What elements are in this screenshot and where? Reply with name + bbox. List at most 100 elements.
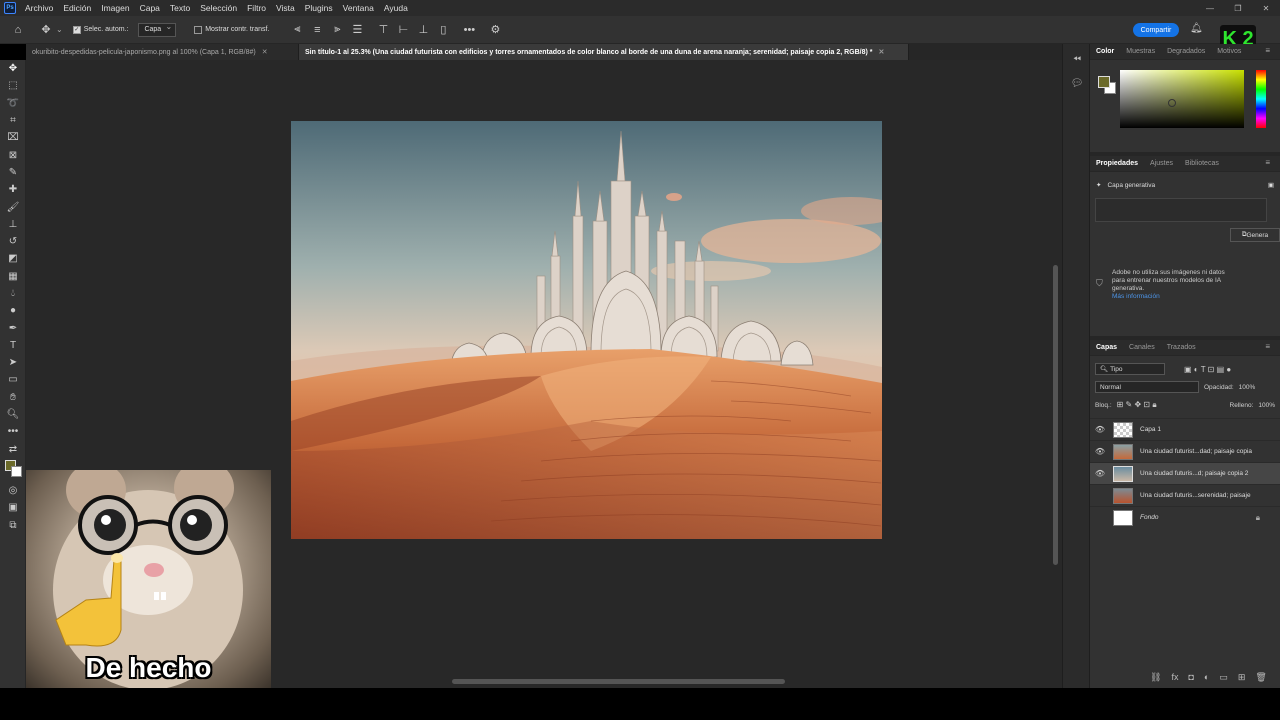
more-info-link[interactable]: Más información	[1112, 293, 1232, 301]
fill-value[interactable]: 100%	[1258, 402, 1275, 409]
filter-icons[interactable]: ▣ ◐ T ⊡ ▤ ●	[1184, 365, 1231, 374]
chevron-down-icon[interactable]: ⌄	[56, 25, 63, 34]
close-window-icon[interactable]: ✕	[1252, 0, 1280, 16]
tab-muestras[interactable]: Muestras	[1120, 48, 1161, 55]
eraser-tool-icon[interactable]: ◩	[0, 250, 26, 267]
layer-row[interactable]: Fondo 🔒︎	[1090, 506, 1280, 528]
close-tab-icon[interactable]: ✕	[262, 48, 268, 56]
menu-archivo[interactable]: Archivo	[25, 3, 53, 13]
align-bottom-icon[interactable]: ⊥	[413, 20, 433, 40]
distribute-vertical-icon[interactable]: ▯	[433, 20, 453, 40]
menu-plugins[interactable]: Plugins	[305, 3, 333, 13]
color-swatches[interactable]	[0, 458, 25, 482]
tab-sin-titulo[interactable]: Sin título-1 al 25.3% (Una ciudad futuri…	[299, 44, 909, 60]
brush-tool-icon[interactable]: 🖌︎	[0, 198, 26, 215]
align-top-icon[interactable]: ⊤	[373, 20, 393, 40]
tab-trazados[interactable]: Trazados	[1161, 344, 1202, 351]
menu-seleccion[interactable]: Selección	[200, 3, 237, 13]
zoom-tool-icon[interactable]: 🔍︎	[0, 406, 26, 423]
clone-stamp-icon[interactable]: ⊥	[0, 216, 26, 233]
share-button[interactable]: Compartir	[1133, 23, 1179, 37]
close-tab-icon[interactable]: ✕	[879, 48, 885, 56]
tab-degradados[interactable]: Degradados	[1161, 48, 1211, 55]
dodge-tool-icon[interactable]: ●	[0, 302, 26, 319]
path-select-icon[interactable]: ➤	[0, 354, 26, 371]
visibility-eye-icon[interactable]: 👁︎	[1090, 469, 1110, 478]
type-tool-icon[interactable]: T	[0, 337, 26, 354]
comments-icon[interactable]: 💬︎	[1063, 74, 1091, 92]
add-mask-icon[interactable]: ◘	[1188, 672, 1193, 683]
new-layer-icon[interactable]: ⊞	[1238, 672, 1246, 683]
adjustment-layer-icon[interactable]: ◐	[1204, 672, 1209, 683]
lasso-tool-icon[interactable]: ➰	[0, 95, 26, 112]
auto-select-checkbox[interactable]: ✓ Selec. autom.:	[72, 25, 128, 34]
history-brush-icon[interactable]: ↺	[0, 233, 26, 250]
hand-tool-icon[interactable]: ✋︎	[0, 389, 26, 406]
gradient-tool-icon[interactable]: ▦	[0, 268, 26, 285]
eyedropper-tool-icon[interactable]: ✎	[0, 164, 26, 181]
tab-bibliotecas[interactable]: Bibliotecas	[1179, 160, 1225, 167]
menu-imagen[interactable]: Imagen	[101, 3, 129, 13]
layer-row[interactable]: Una ciudad futuris...serenidad; paisaje	[1090, 484, 1280, 506]
layer-filter-dropdown[interactable]: 🔍︎ Tipo	[1095, 363, 1165, 375]
menu-texto[interactable]: Texto	[170, 3, 190, 13]
gear-icon[interactable]: ⚙	[485, 20, 505, 40]
home-icon[interactable]: ⌂	[8, 20, 28, 40]
hue-slider[interactable]	[1256, 70, 1266, 128]
tab-capas[interactable]: Capas	[1090, 344, 1123, 351]
distribute-icon[interactable]: ☰	[347, 20, 367, 40]
quick-mask-icon[interactable]: ◎	[0, 482, 26, 499]
fx-icon[interactable]: fx	[1171, 672, 1178, 683]
frame-tool-icon[interactable]: ⊠	[0, 146, 26, 163]
document-canvas[interactable]	[291, 121, 882, 539]
pen-tool-icon[interactable]: ✒	[0, 319, 26, 336]
panel-menu-icon[interactable]: ≡	[1259, 46, 1276, 55]
more-options-icon[interactable]: •••	[459, 20, 479, 40]
color-picker-field[interactable]	[1120, 70, 1244, 128]
horizontal-scrollbar[interactable]	[271, 676, 1053, 686]
lock-icons[interactable]: ⊞ ✎ ✥ ⊡ 🔒︎	[1117, 400, 1157, 410]
align-middle-icon[interactable]: ⊢	[393, 20, 413, 40]
tab-color[interactable]: Color	[1090, 48, 1120, 55]
menu-vista[interactable]: Vista	[276, 3, 295, 13]
healing-brush-icon[interactable]: ✚	[0, 181, 26, 198]
blur-tool-icon[interactable]: 💧︎	[0, 285, 26, 302]
bell-icon[interactable]: 🔔︎	[1190, 23, 1203, 34]
delete-layer-icon[interactable]: 🗑︎	[1255, 672, 1266, 683]
edit-toolbar-icon[interactable]: ⧉	[0, 516, 26, 533]
link-layers-icon[interactable]: ⛓︎	[1150, 672, 1161, 683]
history-icon[interactable]: ⏪︎	[1063, 50, 1091, 68]
visibility-eye-icon[interactable]: 👁︎	[1090, 447, 1110, 456]
shape-tool-icon[interactable]: ▭	[0, 371, 26, 388]
scroll-thumb[interactable]	[452, 679, 785, 684]
menu-ayuda[interactable]: Ayuda	[384, 3, 408, 13]
minimize-icon[interactable]: —	[1196, 0, 1224, 16]
mask-icon[interactable]: ▣	[1268, 181, 1274, 189]
tab-ajustes[interactable]: Ajustes	[1144, 160, 1179, 167]
auto-select-target-dropdown[interactable]: Capa	[138, 22, 177, 37]
generate-button[interactable]: ⧉ Genera	[1230, 228, 1280, 242]
vertical-scrollbar[interactable]	[1050, 60, 1060, 676]
move-tool-icon[interactable]: ✥	[0, 60, 26, 77]
visibility-eye-icon[interactable]: 👁︎	[1090, 425, 1110, 434]
menu-ventana[interactable]: Ventana	[343, 3, 374, 13]
show-transform-checkbox[interactable]: Mostrar contr. transf.	[194, 25, 269, 34]
more-tools-icon[interactable]: •••	[0, 423, 26, 440]
layer-row-selected[interactable]: 👁︎ Una ciudad futuris...d; paisaje copia…	[1090, 462, 1280, 484]
background-swatch[interactable]	[11, 465, 22, 477]
object-select-tool-icon[interactable]: ⌗	[0, 112, 26, 129]
restore-icon[interactable]: ❐	[1224, 0, 1252, 16]
align-right-icon[interactable]: ⫸	[327, 20, 347, 40]
opacity-value[interactable]: 100%	[1239, 384, 1256, 391]
menu-filtro[interactable]: Filtro	[247, 3, 266, 13]
tab-motivos[interactable]: Motivos	[1211, 48, 1247, 55]
crop-tool-icon[interactable]: ⌧	[0, 129, 26, 146]
swap-colors-icon[interactable]: ⇄	[0, 441, 26, 458]
align-left-icon[interactable]: ⫷	[287, 20, 307, 40]
new-group-icon[interactable]: ▭	[1219, 672, 1228, 683]
move-tool-icon[interactable]: ✥	[36, 20, 56, 40]
picker-cursor[interactable]	[1168, 99, 1176, 107]
blend-mode-dropdown[interactable]: Normal	[1095, 381, 1199, 393]
foreground-color-swatch[interactable]	[1098, 76, 1110, 88]
layer-row[interactable]: 👁︎ Capa 1	[1090, 418, 1280, 440]
